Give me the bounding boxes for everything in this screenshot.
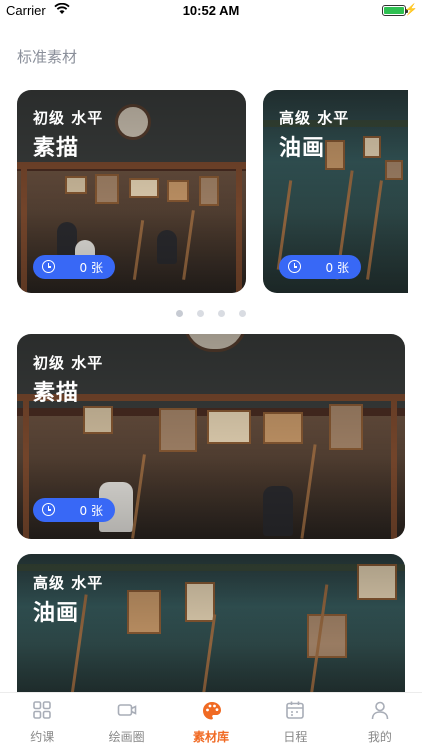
clock-icon: [42, 260, 55, 273]
list-card-oil[interactable]: 高级 水平 油画: [17, 554, 405, 704]
material-count-pill: 0 张: [33, 498, 115, 522]
tab-label: 我的: [367, 730, 392, 744]
clock-icon: [288, 260, 301, 273]
tab-label: 日程: [283, 730, 308, 744]
section-title: 标准素材: [17, 48, 78, 66]
tab-label: 约课: [30, 730, 55, 744]
list-card-sketch[interactable]: 初级 水平 素描 0 张: [17, 334, 405, 539]
tab-label: 绘画圈: [108, 730, 145, 744]
page-dot[interactable]: [218, 310, 225, 317]
tab-painting-circle[interactable]: 绘画圈: [84, 693, 168, 750]
material-count: 0 张: [79, 261, 103, 275]
page-dot[interactable]: [176, 310, 183, 317]
carousel-card-sketch[interactable]: 初级 水平 素描 0 张: [17, 90, 246, 293]
material-count: 0 张: [79, 504, 103, 518]
page-dot[interactable]: [239, 310, 246, 317]
material-count-pill: 0 张: [279, 255, 361, 279]
card-level: 高级 水平: [33, 574, 104, 592]
card-level: 高级 水平: [279, 109, 350, 127]
card-level: 初级 水平: [33, 109, 104, 127]
tab-me[interactable]: 我的: [338, 693, 422, 750]
video-icon: [117, 700, 137, 720]
card-category: 素描: [33, 136, 80, 161]
tab-book-class[interactable]: 约课: [0, 693, 84, 750]
tab-bar: 约课 绘画圈 素材库 日程 我的: [0, 692, 422, 750]
card-category: 素描: [33, 381, 80, 406]
material-count-pill: 0 张: [33, 255, 115, 279]
calendar-icon: [285, 700, 305, 720]
clock-icon: [42, 503, 55, 516]
palette-icon: [201, 700, 222, 720]
charging-icon: ⚡: [404, 4, 418, 16]
tab-schedule[interactable]: 日程: [253, 693, 337, 750]
carousel-card-oil[interactable]: 高级 水平 油画 0 张: [263, 90, 408, 293]
card-category: 油画: [279, 136, 326, 161]
battery-icon: [382, 5, 408, 16]
grid-icon: [32, 700, 52, 720]
person-icon: [370, 700, 390, 720]
featured-carousel[interactable]: 初级 水平 素描 0 张 高级 水平 油画 0 张: [0, 88, 422, 298]
page-dot[interactable]: [197, 310, 204, 317]
material-count: 0 张: [325, 261, 349, 275]
status-time: 10:52 AM: [182, 3, 240, 18]
status-bar: Carrier 10:52 AM ⚡: [0, 0, 422, 22]
tab-material-library[interactable]: 素材库: [169, 693, 253, 750]
card-level: 初级 水平: [33, 354, 104, 372]
carousel-page-indicator[interactable]: [0, 310, 422, 317]
tab-label: 素材库: [193, 730, 230, 744]
card-category: 油画: [33, 601, 80, 626]
